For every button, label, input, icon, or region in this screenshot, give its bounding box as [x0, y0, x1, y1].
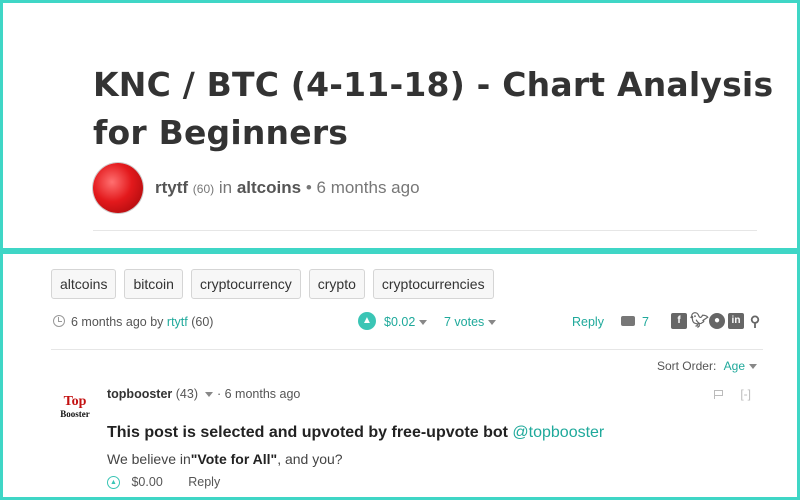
logo-line2: Booster — [60, 409, 90, 419]
comment-age: 6 months ago — [224, 387, 301, 401]
reply-button[interactable]: Reply — [572, 315, 604, 329]
author-avatar[interactable] — [93, 163, 143, 213]
post-title: KNC / BTC (4-11-18) - Chart Analysis for… — [93, 65, 774, 152]
byline-bullet: • — [305, 178, 312, 197]
link-icon[interactable]: ⚲ — [747, 313, 763, 329]
tag-crypto[interactable]: crypto — [308, 269, 365, 299]
comment-footer: ▲ $0.00 Reply — [107, 475, 220, 490]
post-byline: rtytf (60) in altcoins • 6 months ago — [155, 178, 420, 198]
comment-count[interactable]: 7 — [642, 315, 649, 329]
tag-bitcoin[interactable]: bitcoin — [124, 269, 183, 299]
chevron-down-icon — [749, 364, 757, 370]
sort-value: Age — [723, 359, 745, 373]
comment-header: topbooster (43) · 6 months ago — [107, 387, 300, 401]
comment-reputation: (43) — [175, 387, 198, 401]
reddit-icon[interactable]: ● — [709, 313, 725, 329]
post-meta-row: 6 months ago by rtytf (60) ▲ $0.02 7 vot… — [51, 312, 771, 334]
chevron-down-icon — [488, 320, 497, 326]
comment-body-suffix: , and you? — [277, 451, 343, 467]
commenter-avatar[interactable]: Top Booster — [55, 394, 95, 420]
votes-count[interactable]: 7 votes — [444, 315, 497, 329]
divider — [93, 230, 757, 231]
post-header-panel: KNC / BTC (4-11-18) - Chart Analysis for… — [0, 0, 800, 251]
tag-altcoins[interactable]: altcoins — [51, 269, 117, 299]
meta-date-text: 6 months ago by — [71, 315, 164, 329]
in-text: in — [218, 178, 233, 197]
facebook-icon[interactable]: f — [671, 313, 687, 329]
author-reputation: (60) — [192, 182, 215, 196]
comment-handle-link[interactable]: @topbooster — [512, 424, 604, 441]
chevron-down-icon[interactable] — [205, 392, 214, 398]
logo-line1: Top — [63, 394, 87, 409]
comment-title: This post is selected and upvoted by fre… — [107, 424, 604, 442]
tag-cryptocurrencies[interactable]: cryptocurrencies — [372, 269, 494, 299]
votes-label: 7 votes — [444, 315, 485, 329]
sort-select[interactable]: Age — [724, 359, 757, 373]
post-footer-panel: altcoins bitcoin cryptocurrency crypto c… — [0, 251, 800, 500]
twitter-icon[interactable]: 🐦︎ — [690, 313, 709, 329]
chevron-down-icon — [419, 320, 428, 326]
share-icons: f 🐦︎ ● in ⚲ — [671, 313, 763, 329]
tag-cryptocurrency[interactable]: cryptocurrency — [190, 269, 301, 299]
sort-label: Sort Order: — [656, 359, 717, 373]
payout-amount: $0.02 — [384, 315, 416, 329]
tag-list: altcoins bitcoin cryptocurrency crypto c… — [51, 269, 494, 299]
comment-title-text: This post is selected and upvoted by fre… — [107, 424, 508, 441]
comment-author[interactable]: topbooster — [107, 387, 172, 401]
collapse-button[interactable]: [-] — [740, 387, 751, 401]
author-link[interactable]: rtytf — [155, 178, 188, 197]
meta-author-link[interactable]: rtytf — [167, 315, 188, 329]
comment-separator: · — [216, 387, 222, 401]
sort-order: Sort Order: Age — [657, 359, 757, 373]
meta-date: 6 months ago by rtytf (60) — [71, 315, 213, 329]
comment-actions: [-] — [713, 387, 751, 401]
community-link[interactable]: altcoins — [237, 178, 301, 197]
linkedin-icon[interactable]: in — [728, 313, 744, 329]
comment-reply-button[interactable]: Reply — [188, 475, 220, 489]
clock-icon — [53, 315, 65, 327]
payout-value[interactable]: $0.02 — [384, 315, 428, 329]
comment-body: We believe in"Vote for All", and you? — [107, 451, 343, 467]
upvote-icon[interactable]: ▲ — [358, 312, 376, 330]
meta-reputation: (60) — [191, 315, 214, 329]
comment-body-prefix: We believe in — [107, 451, 191, 467]
divider — [51, 349, 763, 350]
comment-payout[interactable]: $0.00 — [131, 475, 162, 489]
flag-icon[interactable] — [713, 390, 723, 400]
upvote-icon[interactable]: ▲ — [107, 476, 120, 490]
comment-body-bold: "Vote for All" — [190, 451, 278, 467]
post-age: 6 months ago — [316, 178, 420, 197]
comments-icon[interactable] — [621, 316, 635, 326]
